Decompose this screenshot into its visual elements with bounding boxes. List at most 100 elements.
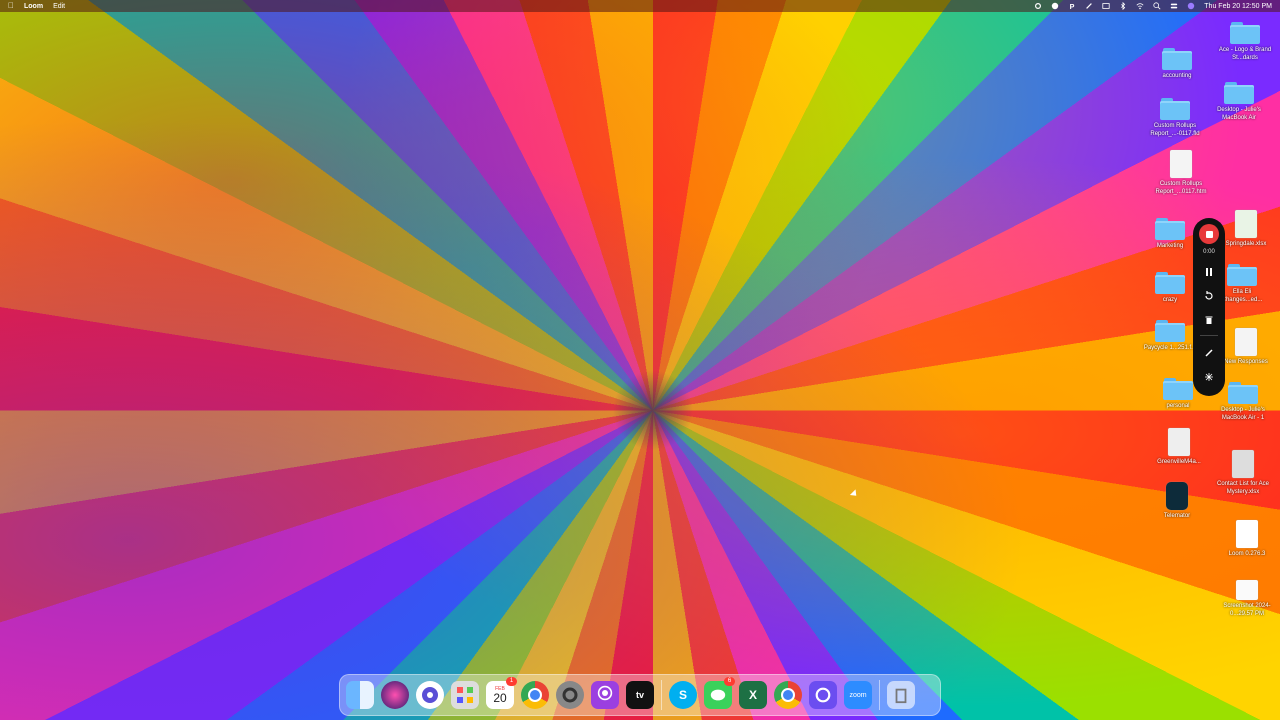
desktop-item-label: Springdale.xlsx	[1225, 241, 1267, 247]
desktop-item-label: Loom 0.276.3	[1228, 551, 1266, 557]
desktop-item[interactable]: Ace - Logo & Brand St...dards	[1210, 22, 1280, 62]
desktop-item-label: personal	[1166, 403, 1190, 409]
folder-icon	[1162, 48, 1192, 70]
document-icon	[1170, 150, 1192, 178]
trash-icon	[895, 688, 907, 704]
music-file-icon	[1168, 428, 1190, 456]
p-icon[interactable]: P	[1068, 2, 1076, 10]
system-settings-app[interactable]	[556, 681, 584, 709]
dock: FEB 20 1 tv S 6 X zoom	[339, 674, 941, 716]
folder-icon	[1163, 378, 1193, 400]
desktop-item[interactable]: New Responses	[1216, 328, 1276, 366]
chrome-app[interactable]	[774, 681, 802, 709]
pen-icon[interactable]	[1085, 2, 1093, 10]
zoom-label: zoom	[849, 691, 867, 699]
desktop-item[interactable]: Custom Rollups Report_...-0117.fld	[1140, 98, 1210, 138]
desktop-item[interactable]: Springdale.xlsx	[1216, 210, 1276, 248]
desktop-item[interactable]: GreenvilleM4a...	[1144, 428, 1214, 466]
desktop-item[interactable]: Custom Rollups Report_...0117.htm	[1146, 150, 1216, 196]
delete-button[interactable]	[1202, 313, 1216, 327]
spreadsheet-icon	[1235, 210, 1257, 238]
desktop-item-label: Desktop - Julie's MacBook Air - 1	[1221, 407, 1265, 421]
desktop-item-label: Contact List for Ace Mystery.xlsx	[1216, 481, 1270, 495]
chrome-app[interactable]	[521, 681, 549, 709]
desktop-item[interactable]: Paycycle 1...251.f...	[1140, 320, 1200, 352]
gear-icon	[562, 687, 578, 703]
desktop-wallpaper	[0, 0, 1280, 720]
menu-datetime[interactable]: Thu Feb 20 12:50 PM	[1204, 3, 1272, 10]
desktop-item[interactable]: Screenshot 2024-0...29.57 PM	[1212, 580, 1280, 618]
bluetooth-icon[interactable]	[1119, 2, 1127, 10]
zoom-app[interactable]: zoom	[844, 681, 872, 709]
desktop-item-label: crazy	[1162, 297, 1178, 303]
desktop-item[interactable]: Marketing	[1140, 218, 1200, 250]
podcasts-app[interactable]	[591, 681, 619, 709]
trash[interactable]	[887, 681, 915, 709]
pencil-icon	[1205, 349, 1213, 357]
loom-app[interactable]	[809, 681, 837, 709]
siri-icon[interactable]	[1187, 2, 1195, 10]
archive-icon	[1232, 450, 1254, 478]
cleanup-app[interactable]	[416, 681, 444, 709]
divider	[1200, 335, 1218, 336]
sunburst-icon	[422, 687, 438, 703]
desktop-item-label: Desktop - Julie's MacBook Air	[1217, 107, 1261, 121]
launchpad-app[interactable]	[451, 681, 479, 709]
desktop-item[interactable]: Telemator	[1142, 482, 1212, 520]
screenshot-icon	[1236, 580, 1258, 600]
menu-bar:  Loom Edit P Thu Feb 20 12:50 PM	[0, 0, 1280, 12]
desktop-item[interactable]: accounting	[1142, 48, 1212, 80]
desktop-item-label: Ace - Logo & Brand St...dards	[1218, 47, 1272, 61]
finder-app[interactable]	[346, 681, 374, 709]
svg-text:P: P	[1070, 2, 1075, 10]
desktop-item[interactable]: crazy	[1140, 272, 1200, 304]
launchpad-icon	[457, 687, 473, 703]
messages-badge: 6	[724, 677, 735, 686]
desktop-item[interactable]: Desktop - Julie's MacBook Air	[1204, 82, 1274, 122]
wifi-icon[interactable]	[1136, 2, 1144, 10]
gear-icon[interactable]	[1034, 2, 1042, 10]
skype-app[interactable]: S	[669, 681, 697, 709]
siri-app[interactable]	[381, 681, 409, 709]
recording-timer: 0:00	[1203, 249, 1215, 255]
desktop-item-label: GreenvilleM4a...	[1157, 459, 1201, 465]
desktop-item-label: accounting	[1162, 73, 1192, 79]
calendar-app[interactable]: FEB 20 1	[486, 677, 517, 709]
folder-icon	[1230, 22, 1260, 44]
restart-button[interactable]	[1202, 289, 1216, 303]
messages-icon	[710, 689, 726, 701]
excel-label: X	[748, 688, 757, 702]
folder-icon	[1155, 320, 1185, 342]
pause-icon	[1206, 268, 1212, 276]
loom-installer-icon	[1236, 520, 1258, 548]
trash-icon	[1205, 316, 1213, 324]
loom-icon[interactable]	[1051, 2, 1059, 10]
excel-app[interactable]: X	[739, 681, 767, 709]
restart-icon	[1205, 291, 1213, 300]
screen-icon[interactable]	[1102, 2, 1110, 10]
calendar-badge: 1	[506, 677, 517, 686]
skype-label: S	[678, 688, 687, 702]
stop-recording-button[interactable]	[1199, 224, 1219, 244]
sparkle-icon	[1205, 373, 1213, 381]
folder-icon	[1155, 218, 1185, 240]
folder-icon	[1224, 82, 1254, 104]
desktop-item-label: Custom Rollups Report_...0117.htm	[1155, 181, 1207, 195]
desktop-item-label: Screenshot 2024-0...29.57 PM	[1223, 603, 1271, 617]
messages-app[interactable]: 6	[704, 677, 735, 709]
pause-button[interactable]	[1202, 265, 1216, 279]
dock-separator	[661, 680, 662, 710]
draw-button[interactable]	[1202, 346, 1216, 360]
desktop-item[interactable]: Loom 0.276.3	[1212, 520, 1280, 558]
desktop-item[interactable]: Contact List for Ace Mystery.xlsx	[1208, 450, 1278, 496]
control-center-icon[interactable]	[1170, 2, 1178, 10]
apple-menu-icon[interactable]: 	[8, 0, 14, 12]
desktop-item-label: New Responses	[1224, 359, 1268, 365]
document-icon	[1235, 328, 1257, 356]
folder-icon	[1227, 264, 1257, 286]
effects-button[interactable]	[1202, 370, 1216, 384]
search-icon[interactable]	[1153, 2, 1161, 10]
menu-edit[interactable]: Edit	[53, 3, 65, 10]
menu-app-name[interactable]: Loom	[24, 3, 43, 10]
apple-tv-app[interactable]: tv	[626, 681, 654, 709]
